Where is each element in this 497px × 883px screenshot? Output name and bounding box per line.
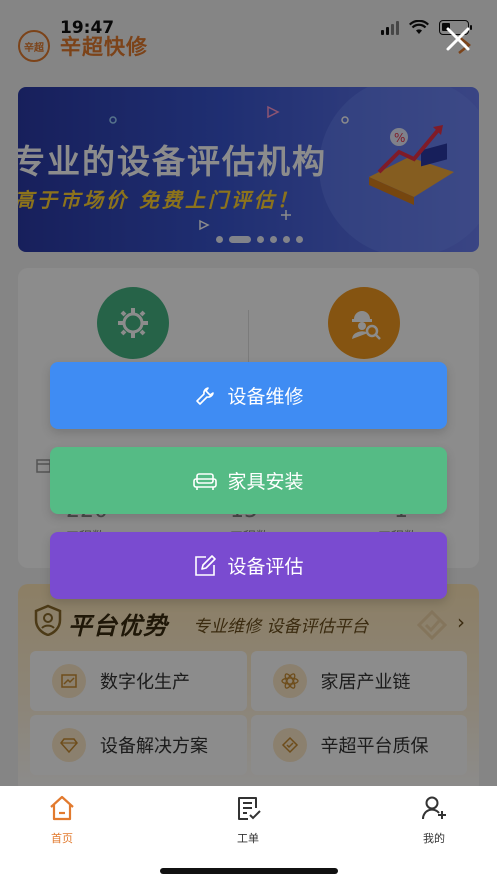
tab-home-label: 首页: [51, 832, 73, 845]
tab-orders-label: 工单: [237, 832, 259, 845]
tab-profile[interactable]: 我的: [394, 794, 474, 846]
close-icon[interactable]: [445, 26, 471, 52]
home-icon: [50, 795, 74, 821]
home-indicator[interactable]: [160, 868, 338, 874]
tab-home[interactable]: 首页: [22, 794, 102, 846]
document-check-icon: [238, 797, 261, 820]
furniture-install-button[interactable]: 家具安装: [50, 447, 447, 514]
sofa-icon: [193, 469, 218, 493]
bottom-tab-bar: 首页 工单 我的: [0, 786, 497, 883]
equipment-repair-label: 设备维修: [227, 386, 304, 408]
tab-orders[interactable]: 工单: [208, 794, 288, 846]
wrench-icon: [193, 384, 217, 408]
equipment-evaluation-button[interactable]: 设备评估: [50, 532, 447, 599]
tab-profile-label: 我的: [423, 832, 445, 845]
equipment-repair-button[interactable]: 设备维修: [50, 362, 447, 429]
user-add-icon: [421, 796, 446, 820]
edit-icon: [193, 554, 217, 578]
furniture-install-label: 家具安装: [227, 471, 304, 493]
equipment-evaluation-label: 设备评估: [227, 556, 304, 578]
app-screen: 19:47 辛超 辛超快修 专业的设备评估机构 高于市场价 免费上门评估！ % …: [0, 0, 497, 883]
